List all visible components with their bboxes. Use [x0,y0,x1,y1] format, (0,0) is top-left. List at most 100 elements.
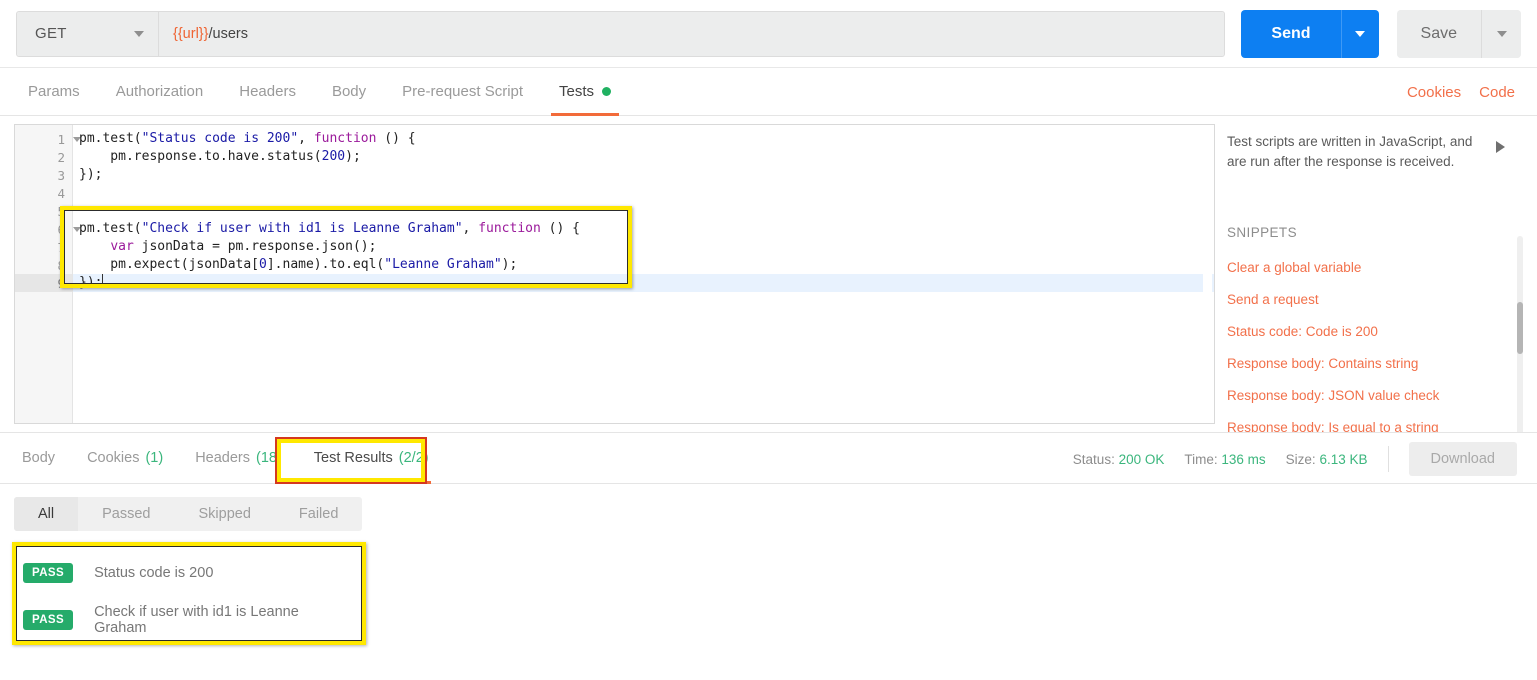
test-result-name: Check if user with id1 is Leanne Graham [94,604,354,636]
line-number-text: 8 [57,258,65,273]
response-tab-label: Test Results [314,450,393,466]
line-number: 1 [15,130,72,148]
tab-params[interactable]: Params [10,68,98,115]
divider [1388,446,1389,472]
response-tab-count: (18) [256,450,282,466]
status-meta: Status: 200 OK [1073,452,1165,467]
code-line: pm.test("Status code is 200", function (… [73,130,1214,148]
code-line: pm.expect(jsonData[0].name).to.eql("Lean… [73,256,1214,274]
test-results-list: PASS Status code is 200 PASS Check if us… [0,549,1537,643]
download-button[interactable]: Download [1409,442,1518,476]
size-value: 6.13 KB [1319,452,1367,467]
response-tab-headers[interactable]: Headers (18) [179,433,298,483]
code-link[interactable]: Code [1479,84,1515,101]
tab-tests[interactable]: Tests [541,68,629,115]
line-number-text: 5 [57,204,65,219]
url-variable-token: {{url}} [173,26,209,42]
code-line-active: }); [73,274,1214,292]
response-tab-bar: Body Cookies (1) Headers (18) Test Resul… [0,432,1537,484]
line-number: 4 [15,184,72,202]
filter-skipped[interactable]: Skipped [175,497,275,531]
code-line: pm.test("Check if user with id1 is Leann… [73,220,1214,238]
play-arrow-icon[interactable] [1496,141,1505,153]
response-meta-bar: Status: 200 OK Time: 136 ms Size: 6.13 K… [1073,433,1517,485]
line-number-text: 7 [57,240,65,255]
test-result-row[interactable]: PASS Status code is 200 [14,549,354,596]
snippets-panel: Test scripts are written in JavaScript, … [1215,124,1527,424]
line-number-gutter: 1 2 3 4 5 6 7 8 9 [15,125,73,423]
request-tab-bar: Params Authorization Headers Body Pre-re… [0,68,1537,116]
snippets-description: Test scripts are written in JavaScript, … [1227,132,1489,173]
http-method-label: GET [35,25,67,42]
response-tab-cookies[interactable]: Cookies (1) [71,433,179,483]
line-number: 3 [15,166,72,184]
url-path-text: /users [209,26,249,42]
snippet-item-send-a-request[interactable]: Send a request [1227,284,1511,316]
save-options-dropdown[interactable] [1481,10,1521,58]
filter-failed[interactable]: Failed [275,497,363,531]
code-line: pm.response.to.have.status(200); [73,148,1214,166]
test-filter-pills: All Passed Skipped Failed [14,497,362,531]
line-number-text: 9 [57,276,65,291]
code-line: }); [73,166,1214,184]
line-number-active: 9 [15,274,72,292]
save-button-group: Save [1397,10,1521,58]
snippet-item-response-json-value-check[interactable]: Response body: JSON value check [1227,380,1511,412]
tab-label: Tests [559,83,594,100]
filter-passed[interactable]: Passed [78,497,174,531]
status-value: 200 OK [1119,452,1165,467]
method-url-group: GET {{url}}/users [16,11,1225,57]
tab-body[interactable]: Body [314,68,384,115]
test-filter-row: All Passed Skipped Failed [0,484,1537,531]
cookies-link[interactable]: Cookies [1407,84,1461,101]
filter-all[interactable]: All [14,497,78,531]
snippet-item-status-code-200[interactable]: Status code: Code is 200 [1227,316,1511,348]
line-number: 6 [15,220,72,238]
response-tab-label: Cookies [87,450,139,466]
tab-pre-request-script[interactable]: Pre-request Script [384,68,541,115]
code-line: var jsonData = pm.response.json(); [73,238,1214,256]
tab-label: Authorization [116,83,204,100]
response-tab-label: Headers [195,450,250,466]
snippets-scrollbar-track[interactable] [1517,236,1523,451]
tab-authorization[interactable]: Authorization [98,68,222,115]
test-result-name: Status code is 200 [94,565,213,581]
snippets-header: SNIPPETS [1227,225,1511,240]
text-cursor-icon [102,274,103,288]
line-number: 5 [15,202,72,220]
snippets-scrollbar-thumb[interactable] [1517,302,1523,354]
url-input[interactable]: {{url}}/users [159,12,1224,56]
tab-headers[interactable]: Headers [221,68,314,115]
size-label: Size: [1286,452,1316,467]
test-result-row[interactable]: PASS Check if user with id1 is Leanne Gr… [14,596,354,643]
response-tab-count: (2/2) [399,450,429,466]
tab-label: Headers [239,83,296,100]
line-number-text: 4 [57,186,65,201]
send-button-group: Send [1241,10,1378,58]
status-badge: PASS [23,610,73,630]
send-button[interactable]: Send [1241,10,1340,58]
code-editor[interactable]: 1 2 3 4 5 6 7 8 9 pm.test("Status code i… [14,124,1215,424]
tab-label: Body [332,83,366,100]
chevron-down-icon [1497,31,1507,37]
tests-editor-area: 1 2 3 4 5 6 7 8 9 pm.test("Status code i… [0,116,1537,432]
line-number-text: 3 [57,168,65,183]
code-text-area[interactable]: pm.test("Status code is 200", function (… [73,125,1214,423]
chevron-down-icon [134,31,144,37]
time-value: 136 ms [1221,452,1265,467]
http-method-dropdown[interactable]: GET [17,12,159,56]
request-tabs-right-links: Cookies Code [1407,68,1515,116]
line-number: 8 [15,256,72,274]
response-tab-body[interactable]: Body [6,433,71,483]
snippet-item-clear-global-variable[interactable]: Clear a global variable [1227,252,1511,284]
save-button[interactable]: Save [1397,10,1481,58]
line-number: 2 [15,148,72,166]
status-badge: PASS [23,563,73,583]
editor-vertical-scrollbar[interactable] [1203,133,1212,424]
send-options-dropdown[interactable] [1341,10,1379,58]
response-tab-test-results[interactable]: Test Results (2/2) [298,433,445,483]
time-label: Time: [1184,452,1217,467]
tab-label: Pre-request Script [402,83,523,100]
snippet-item-response-contains-string[interactable]: Response body: Contains string [1227,348,1511,380]
chevron-down-icon [1355,31,1365,37]
